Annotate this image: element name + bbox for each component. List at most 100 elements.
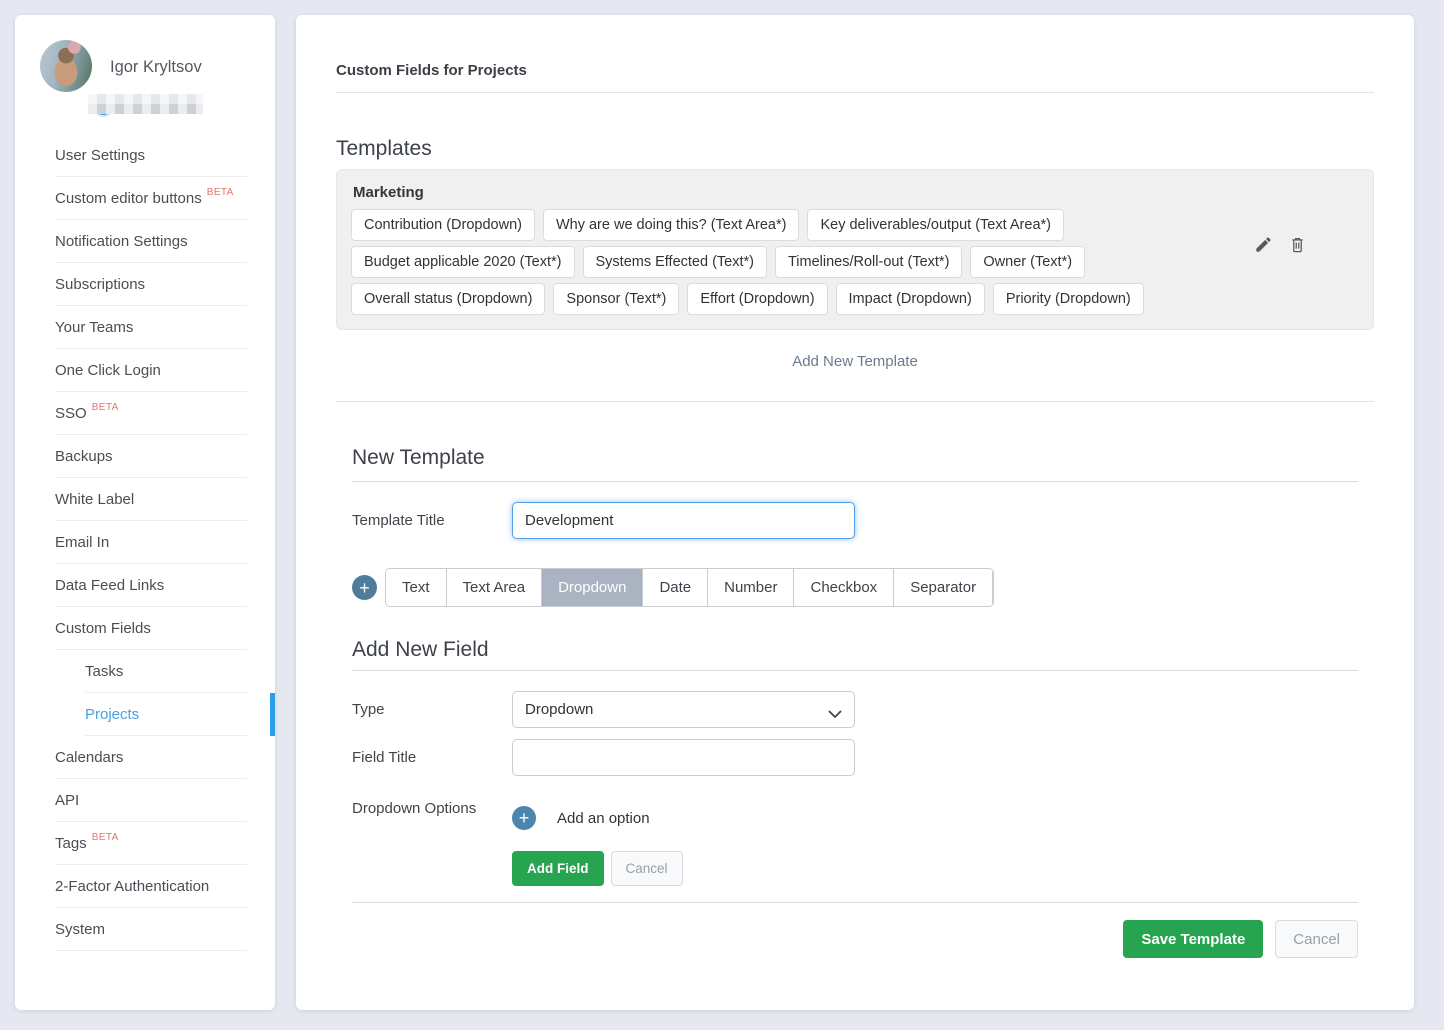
delete-template-icon[interactable] [1288, 235, 1307, 254]
chevron-down-icon [828, 706, 842, 723]
sidebar-item[interactable]: One Click Login [55, 349, 247, 392]
template-field-chip: Why are we doing this? (Text Area*) [543, 209, 800, 241]
template-field-chip: Sponsor (Text*) [553, 283, 679, 315]
settings-sidebar: ✻ Igor Kryltsov User Settings Custom edi… [15, 15, 275, 1010]
sidebar-item[interactable]: Custom editor buttons BETA [55, 177, 247, 220]
templates-heading: Templates [336, 137, 1374, 161]
sidebar-item-label: Tasks [85, 663, 123, 680]
field-type-tab[interactable]: Date [643, 569, 708, 606]
field-title-input[interactable] [512, 739, 855, 776]
field-type-tab-label: Number [724, 579, 777, 596]
user-name: Igor Kryltsov [110, 58, 202, 77]
field-type-tab[interactable]: Separator [894, 569, 993, 606]
sidebar-item[interactable]: User Settings [55, 134, 247, 177]
type-select[interactable]: Dropdown [512, 691, 855, 728]
field-type-tab-label: Separator [910, 579, 976, 596]
field-type-tab-label: Text [402, 579, 430, 596]
type-select-value: Dropdown [525, 701, 593, 718]
template-field-chip: Impact (Dropdown) [836, 283, 985, 315]
divider [352, 481, 1358, 482]
save-template-button[interactable]: Save Template [1123, 920, 1263, 958]
sidebar-item-label: Custom editor buttons [55, 190, 202, 207]
sidebar-item-label: Tags [55, 835, 87, 852]
add-field-cancel-button[interactable]: Cancel [611, 851, 683, 886]
sidebar-item-label: SSO [55, 405, 87, 422]
sidebar-item-label: Email In [55, 534, 109, 551]
template-field-chip: Key deliverables/output (Text Area*) [807, 209, 1064, 241]
add-field-plus-icon[interactable]: + [352, 575, 377, 600]
cancel-button[interactable]: Cancel [1275, 920, 1358, 958]
add-new-template-link[interactable]: Add New Template [336, 353, 1374, 370]
sidebar-item-label: Backups [55, 448, 113, 465]
field-type-tabs: Text Text Area Dropdown Date [385, 568, 994, 607]
template-field-chip: Timelines/Roll-out (Text*) [775, 246, 962, 278]
field-type-tab[interactable]: Text [386, 569, 447, 606]
user-email-redacted [88, 94, 203, 114]
sidebar-nav: User Settings Custom editor buttons BETA… [15, 134, 275, 951]
avatar: ✻ [40, 40, 92, 92]
template-field-chip: Priority (Dropdown) [993, 283, 1144, 315]
sidebar-item[interactable]: SSO BETA [55, 392, 247, 435]
add-option-plus-icon: + [512, 806, 536, 830]
template-field-chip: Owner (Text*) [970, 246, 1085, 278]
sidebar-item-label: Notification Settings [55, 233, 188, 250]
sidebar-item[interactable]: 2-Factor Authentication [55, 865, 247, 908]
divider [352, 902, 1358, 903]
beta-badge: BETA [207, 187, 234, 198]
add-option-button[interactable]: + Add an option [512, 806, 650, 830]
sidebar-item-label: Custom Fields [55, 620, 151, 637]
add-field-button[interactable]: Add Field [512, 851, 604, 886]
beta-badge: BETA [92, 832, 119, 843]
sidebar-item[interactable]: Your Teams [55, 306, 247, 349]
sidebar-item[interactable]: Tags BETA [55, 822, 247, 865]
sidebar-item-label: Your Teams [55, 319, 133, 336]
field-type-tab-label: Text Area [463, 579, 526, 596]
sidebar-item[interactable]: Calendars [55, 736, 247, 779]
template-fields: Contribution (Dropdown) Why are we doing… [351, 209, 1233, 315]
sidebar-item-label: System [55, 921, 105, 938]
field-type-tab-label: Checkbox [810, 579, 877, 596]
sidebar-item-label: One Click Login [55, 362, 161, 379]
field-type-tab[interactable]: Text Area [447, 569, 543, 606]
template-field-chip: Effort (Dropdown) [687, 283, 827, 315]
sidebar-item[interactable]: Tasks [85, 650, 247, 693]
sidebar-item[interactable]: Subscriptions [55, 263, 247, 306]
sidebar-item[interactable]: Projects [85, 693, 247, 736]
type-label: Type [352, 701, 512, 718]
sidebar-item-label: 2-Factor Authentication [55, 878, 209, 895]
sidebar-item[interactable]: Notification Settings [55, 220, 247, 263]
sidebar-item[interactable]: Email In [55, 521, 247, 564]
field-type-tab-label: Date [659, 579, 691, 596]
template-field-chip: Budget applicable 2020 (Text*) [351, 246, 575, 278]
sidebar-item[interactable]: White Label [55, 478, 247, 521]
template-field-chip: Systems Effected (Text*) [583, 246, 767, 278]
divider [336, 401, 1374, 402]
template-field-chip: Overall status (Dropdown) [351, 283, 545, 315]
edit-template-icon[interactable] [1254, 235, 1273, 254]
template-title-input[interactable] [512, 502, 855, 539]
template-field-chip: Contribution (Dropdown) [351, 209, 535, 241]
field-type-tab[interactable]: Checkbox [794, 569, 894, 606]
sidebar-item-label: White Label [55, 491, 134, 508]
sidebar-item[interactable]: Backups [55, 435, 247, 478]
sidebar-item-label: Data Feed Links [55, 577, 164, 594]
sidebar-item[interactable]: Data Feed Links [55, 564, 247, 607]
divider [336, 92, 1374, 93]
sidebar-item[interactable]: Custom Fields [55, 607, 247, 650]
sidebar-item[interactable]: API [55, 779, 247, 822]
dropdown-options-label: Dropdown Options [352, 800, 512, 817]
sidebar-item-label: API [55, 792, 79, 809]
field-type-tab[interactable]: Number [708, 569, 794, 606]
sidebar-item[interactable]: System [55, 908, 247, 951]
user-block: ✻ Igor Kryltsov [15, 15, 275, 134]
field-type-tab-label: Dropdown [558, 579, 626, 596]
sidebar-item-label: Projects [85, 706, 139, 723]
new-template-heading: New Template [352, 446, 1358, 470]
sidebar-item-label: Subscriptions [55, 276, 145, 293]
sidebar-item-label: Calendars [55, 749, 123, 766]
field-type-tab[interactable]: Dropdown [542, 569, 643, 606]
sidebar-item-label: User Settings [55, 147, 145, 164]
main-panel: Custom Fields for Projects Templates Mar… [296, 15, 1414, 1010]
add-option-label: Add an option [557, 810, 650, 827]
beta-badge: BETA [92, 402, 119, 413]
